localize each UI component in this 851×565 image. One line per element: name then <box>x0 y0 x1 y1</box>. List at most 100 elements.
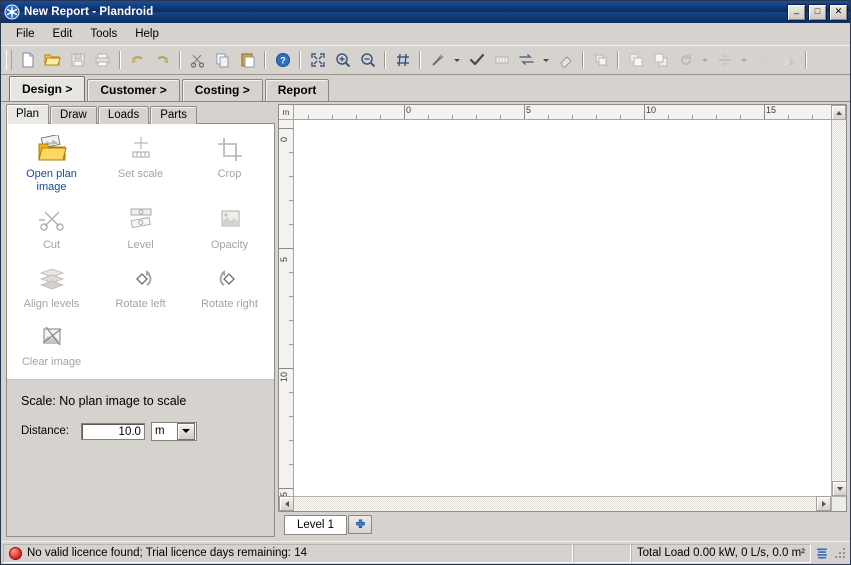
unit-select[interactable]: m <box>150 421 197 441</box>
vertical-scroll-track[interactable] <box>832 120 846 481</box>
app-snowflake-icon <box>4 4 20 20</box>
swap-icon[interactable] <box>514 48 539 72</box>
subtab-plan[interactable]: Plan <box>6 104 50 124</box>
close-button[interactable]: ✕ <box>829 3 848 21</box>
maximize-button[interactable]: □ <box>808 3 827 21</box>
undo-icon[interactable] <box>125 48 150 72</box>
open-icon[interactable] <box>40 48 65 72</box>
licence-status: No valid licence found; Trial licence da… <box>3 543 573 563</box>
window-title: New Report - Plandroid <box>24 6 154 18</box>
scroll-corner <box>831 496 846 511</box>
resize-grip[interactable] <box>834 546 848 560</box>
h-ruler-label: 0 <box>406 105 412 115</box>
minimize-button[interactable]: _ <box>787 3 806 21</box>
toolbar-grip[interactable] <box>6 50 12 70</box>
chevron-down-icon[interactable] <box>176 422 195 440</box>
print-icon <box>90 48 115 72</box>
application-window: New Report - Plandroid _ □ ✕ File Edit T… <box>0 0 851 565</box>
scroll-left-button[interactable] <box>279 496 294 511</box>
crop-icon <box>213 134 247 164</box>
zoom-fit-icon[interactable] <box>305 48 330 72</box>
horizontal-scroll-track[interactable] <box>294 497 816 511</box>
tool-crop: Crop <box>185 130 274 195</box>
tool-open-plan-image[interactable]: Open plan image <box>7 130 96 195</box>
horizontal-scroll-row <box>279 496 846 511</box>
scroll-down-button[interactable] <box>832 481 847 496</box>
distance-input[interactable]: 10.0 <box>80 422 145 440</box>
vertical-ruler[interactable]: 0 5 10 15 <box>279 120 294 496</box>
tab-customer[interactable]: Customer > <box>87 79 180 101</box>
toolbar-separator <box>582 51 584 69</box>
tool-label: Set scale <box>117 168 164 180</box>
magic-wand-dropdown[interactable] <box>450 48 464 72</box>
zoom-out-icon[interactable] <box>355 48 380 72</box>
bring-front-icon <box>623 48 648 72</box>
horizontal-ruler[interactable]: 0 5 10 15 <box>294 105 831 120</box>
menu-item-help[interactable]: Help <box>126 26 168 42</box>
tab-costing[interactable]: Costing > <box>181 79 263 101</box>
scale-section: Scale: No plan image to scale Distance: … <box>7 379 274 536</box>
plan-canvas[interactable] <box>294 120 831 496</box>
vertical-scrollbar[interactable] <box>831 120 847 496</box>
rotate-left-icon <box>124 264 158 294</box>
licence-status-text: No valid licence found; Trial licence da… <box>27 547 307 559</box>
tool-label: Rotate left <box>115 297 166 310</box>
plan-tool-container: Open plan image Set scale Crop Cut Level… <box>6 123 275 537</box>
redo-icon[interactable] <box>150 48 175 72</box>
scroll-right-button[interactable] <box>816 496 831 511</box>
v-ruler-label: 10 <box>279 371 289 382</box>
grid-icon[interactable] <box>390 48 415 72</box>
toolbar-separator <box>805 51 807 69</box>
tab-design[interactable]: Design > <box>9 76 86 101</box>
total-load-status: Total Load 0.00 kW, 0 L/s, 0.0 m² <box>630 543 811 563</box>
horizontal-scrollbar[interactable] <box>294 496 816 511</box>
check-icon[interactable] <box>464 48 489 72</box>
toolbar-separator <box>384 51 386 69</box>
new-icon[interactable] <box>15 48 40 72</box>
menu-item-edit[interactable]: Edit <box>44 26 82 42</box>
align-dropdown <box>737 48 751 72</box>
level-icon <box>124 205 158 235</box>
h-ruler-label: 15 <box>766 105 777 115</box>
flip-horizontal-icon <box>751 48 776 72</box>
level-tab-1[interactable]: Level 1 <box>284 515 348 535</box>
subtab-parts[interactable]: Parts <box>150 106 198 124</box>
tool-label: Cut <box>42 239 61 251</box>
magic-wand-icon[interactable] <box>425 48 450 72</box>
toolbar-separator <box>617 51 619 69</box>
add-level-button[interactable] <box>348 515 373 534</box>
tab-report[interactable]: Report <box>264 79 330 101</box>
v-ruler-label: 15 <box>279 492 290 496</box>
zoom-in-icon[interactable] <box>330 48 355 72</box>
tool-label: Opacity <box>210 239 249 251</box>
maximize-icon: □ <box>814 5 821 16</box>
copy-icon[interactable] <box>210 48 235 72</box>
tool-label: Rotate right <box>201 297 258 310</box>
subtab-loads[interactable]: Loads <box>97 106 150 124</box>
cut-icon[interactable] <box>185 48 210 72</box>
eraser-icon[interactable] <box>553 48 578 72</box>
opacity-icon <box>213 205 247 235</box>
swap-dropdown[interactable] <box>539 48 553 72</box>
rotate-right-icon <box>213 264 247 294</box>
menu-item-file[interactable]: File <box>7 26 44 42</box>
tool-label: Clear image <box>21 356 82 368</box>
toolbar: ? <box>1 45 850 75</box>
scroll-up-button[interactable] <box>831 105 846 120</box>
tool-align-levels: Align levels <box>7 260 96 313</box>
main-content: Plan Draw Loads Parts Open plan image Se… <box>1 101 850 541</box>
scale-status-label: Scale: No plan image to scale <box>21 393 187 408</box>
help-icon[interactable]: ? <box>270 48 295 72</box>
status-bar: No valid licence found; Trial licence da… <box>1 541 850 564</box>
rotate-dropdown <box>698 48 712 72</box>
paste-icon[interactable] <box>235 48 260 72</box>
subtab-draw[interactable]: Draw <box>50 106 97 124</box>
menu-item-tools[interactable]: Tools <box>81 26 126 42</box>
toolbar-separator <box>179 51 181 69</box>
open-plan-image-icon <box>35 134 69 164</box>
toolbar-separator <box>264 51 266 69</box>
sub-tab-bar: Plan Draw Loads Parts <box>6 104 275 124</box>
group-icon <box>588 48 613 72</box>
close-icon: ✕ <box>834 5 843 16</box>
layers-icon[interactable] <box>815 546 829 560</box>
